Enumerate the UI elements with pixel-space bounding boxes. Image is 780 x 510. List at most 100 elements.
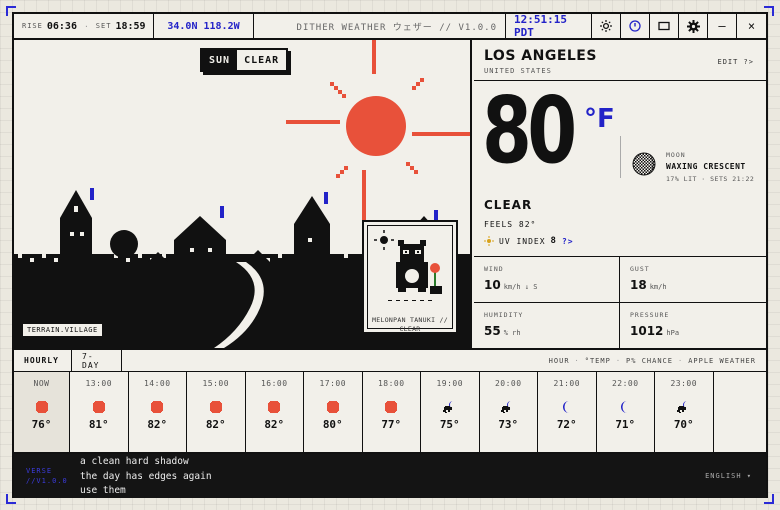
gust-label: GUST bbox=[630, 265, 650, 273]
hourly-time: 14:00 bbox=[143, 379, 171, 388]
gear-icon[interactable] bbox=[679, 14, 708, 38]
hourly-temp: 82° bbox=[205, 418, 226, 431]
sunset-time: 18:59 bbox=[115, 20, 146, 32]
hourly-temp: 73° bbox=[498, 418, 519, 431]
hourly-time: 16:00 bbox=[260, 379, 288, 388]
hourly-time: 20:00 bbox=[494, 379, 522, 388]
hourly-cell[interactable]: 16:00 82° bbox=[246, 372, 304, 452]
stats-grid: WIND 10 km/h ↓ S GUST 18 km/h HUMIDITY 55%… bbox=[474, 256, 766, 348]
moon-phase-icon bbox=[632, 152, 656, 176]
hourly-cell[interactable]: 18:00 77° bbox=[363, 372, 421, 452]
house-tower-right bbox=[294, 196, 330, 262]
sun-icon bbox=[150, 399, 164, 418]
window-icon[interactable] bbox=[650, 14, 679, 38]
sunset-label: SET bbox=[95, 22, 112, 30]
sun-icon bbox=[267, 399, 281, 418]
legend-chance: P% CHANCE bbox=[626, 356, 673, 365]
legend-sep: · bbox=[615, 356, 622, 365]
hourly-cell[interactable]: NOW 76° bbox=[14, 372, 70, 452]
mascot-caption: MELONPAN TANUKI // CLEAR bbox=[368, 316, 452, 334]
hourly-cell[interactable]: 13:00 81° bbox=[70, 372, 129, 452]
sun-icon bbox=[209, 399, 223, 418]
humidity-value: 55 bbox=[484, 323, 501, 338]
hourly-time: 23:00 bbox=[670, 379, 698, 388]
hourly-cell[interactable]: 22:00 71° bbox=[597, 372, 655, 452]
tanuki-mascot-icon bbox=[374, 230, 442, 301]
pressure-label: PRESSURE bbox=[630, 310, 670, 319]
mascot-caption-line1: MELONPAN TANUKI // bbox=[372, 316, 448, 324]
gust-unit: km/h bbox=[649, 283, 667, 291]
app-title: DITHER WEATHER ウェザー // V1.0.0 bbox=[254, 14, 506, 38]
hourly-cell[interactable]: 21:00 72° bbox=[538, 372, 597, 452]
toggle-clear[interactable]: CLEAR bbox=[237, 50, 286, 70]
hourly-temp: 82° bbox=[147, 418, 168, 431]
sun-times: RISE 06:36 · SET 18:59 bbox=[14, 14, 154, 38]
wind-unit: km/h ↓ S bbox=[503, 283, 538, 291]
corner-mark bbox=[764, 494, 774, 504]
legend-temp: °TEMP bbox=[584, 356, 611, 365]
moon-cloud-icon bbox=[500, 399, 516, 418]
moon-label: MOON bbox=[666, 151, 686, 159]
sky-toggle[interactable]: SUN CLEAR bbox=[200, 48, 289, 72]
close-icon[interactable]: × bbox=[737, 14, 766, 38]
sunrise-label: RISE bbox=[22, 22, 43, 30]
stat-pressure: PRESSURE 1012 hPa bbox=[620, 303, 766, 349]
clock: 12:51:15 PDT bbox=[506, 13, 592, 39]
legend-hour: HOUR bbox=[548, 356, 570, 365]
sunrise-time: 06:36 bbox=[46, 20, 77, 32]
temperature-unit: °F bbox=[584, 104, 615, 134]
hourly-cell[interactable]: 23:00 70° bbox=[655, 372, 714, 452]
hourly-cell[interactable]: 14:00 82° bbox=[129, 372, 187, 452]
uv-sun-icon bbox=[484, 236, 494, 246]
house-middle bbox=[174, 216, 226, 262]
toggle-sun[interactable]: SUN bbox=[202, 50, 238, 70]
current-temperature: 80 bbox=[482, 77, 577, 184]
mascot-card: MELONPAN TANUKI // CLEAR bbox=[362, 220, 458, 334]
sun-icon[interactable] bbox=[592, 14, 621, 38]
hourly-time: 18:00 bbox=[377, 379, 405, 388]
mascot-caption-line2: CLEAR bbox=[399, 325, 421, 333]
hourly-cell[interactable]: 15:00 82° bbox=[187, 372, 246, 452]
hourly-temp: 80° bbox=[322, 418, 343, 431]
hourly-temp: 75° bbox=[439, 418, 460, 431]
uv-index: UV INDEX 8 ?> bbox=[484, 236, 574, 246]
corner-mark bbox=[6, 494, 16, 504]
hourly-cell[interactable]: 17:00 80° bbox=[304, 372, 363, 452]
hourly-cell[interactable]: 20:00 73° bbox=[480, 372, 538, 452]
separator: · bbox=[83, 21, 89, 31]
moon-icon bbox=[560, 399, 574, 418]
uv-value: 8 bbox=[550, 236, 557, 246]
stat-gust: GUST 18 km/h bbox=[620, 257, 766, 303]
verse-footer: VERSE //V1.0.0 a clean hard shadow the d… bbox=[14, 452, 766, 498]
current-conditions-panel: LOS ANGELES UNITED STATES EDIT ?> 80 °F … bbox=[474, 40, 766, 348]
uv-info-link[interactable]: ?> bbox=[562, 237, 574, 246]
verse-tag-line1: VERSE bbox=[26, 467, 53, 475]
hourly-temp: 77° bbox=[381, 418, 402, 431]
city-name: LOS ANGELES bbox=[484, 48, 597, 64]
tree bbox=[110, 230, 138, 258]
top-bar: RISE 06:36 · SET 18:59 34.0N 118.2W DITH… bbox=[14, 13, 766, 40]
info-icon[interactable] bbox=[621, 14, 650, 38]
hourly-time: 19:00 bbox=[436, 379, 464, 388]
hourly-temp: 72° bbox=[556, 418, 577, 431]
sun-icon bbox=[35, 399, 49, 418]
moon-icon bbox=[618, 399, 632, 418]
minimize-icon[interactable]: – bbox=[708, 14, 737, 38]
forecast-tabs: HOURLY 7-DAY HOUR · °TEMP · P% CHANCE · … bbox=[14, 348, 766, 372]
tab-hourly[interactable]: HOURLY bbox=[14, 350, 72, 371]
hourly-time: 22:00 bbox=[611, 379, 639, 388]
hourly-cell[interactable]: 19:00 75° bbox=[421, 372, 480, 452]
wind-value: 10 bbox=[484, 278, 501, 292]
hourly-time: 13:00 bbox=[85, 379, 113, 388]
sun-icon bbox=[384, 399, 398, 418]
edit-location-link[interactable]: EDIT ?> bbox=[717, 58, 754, 66]
hourly-time: 15:00 bbox=[202, 379, 230, 388]
divider-vertical bbox=[620, 136, 621, 178]
hourly-time: NOW bbox=[33, 379, 50, 388]
sun-disc bbox=[346, 96, 406, 156]
hourly-temp: 71° bbox=[615, 418, 636, 431]
tab-7-day[interactable]: 7-DAY bbox=[72, 350, 122, 371]
moon-detail: 17% LIT · SETS 21:22 bbox=[666, 175, 755, 183]
language-select[interactable]: ENGLISH ▾ bbox=[705, 472, 752, 480]
hourly-forecast: NOW 76° 13:00 81° 14:00 82° 15:00 82° 16:00 82° 17… bbox=[14, 372, 766, 452]
